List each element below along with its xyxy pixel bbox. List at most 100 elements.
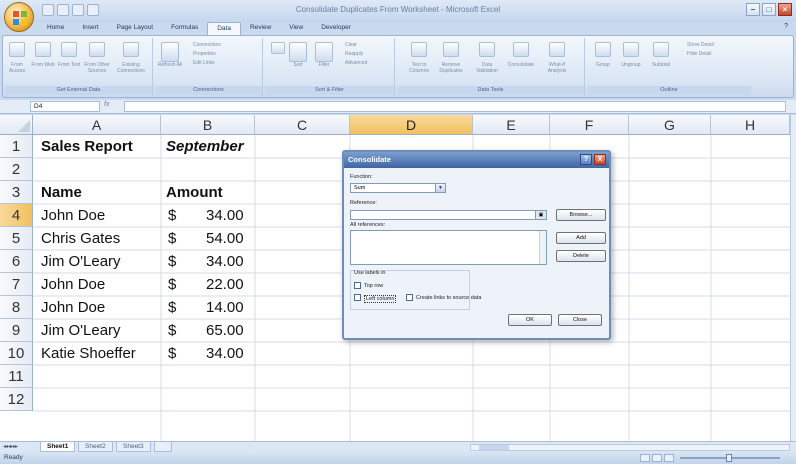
text-to-columns-icon[interactable] — [411, 42, 427, 57]
left-column-checkbox[interactable] — [354, 294, 361, 301]
chevron-down-icon[interactable]: ▼ — [435, 184, 445, 192]
column-header-a[interactable]: A — [33, 115, 161, 135]
minimize-button[interactable]: – — [746, 3, 760, 16]
cell-b9-amount[interactable]: 65.00 — [206, 319, 244, 342]
reapply-item[interactable]: Reapply — [345, 51, 363, 57]
cell-a4[interactable]: John Doe — [36, 204, 105, 227]
cell-a6[interactable]: Jim O'Leary — [36, 250, 121, 273]
cell-a5[interactable]: Chris Gates — [36, 227, 120, 250]
connections-item[interactable]: Connections — [193, 42, 221, 48]
advanced-item[interactable]: Advanced — [345, 60, 367, 66]
delete-button[interactable]: Delete — [556, 250, 606, 262]
cell-b4-amount[interactable]: 34.00 — [206, 204, 244, 227]
cell-a7[interactable]: John Doe — [36, 273, 105, 296]
row-header-2[interactable]: 2 — [0, 158, 33, 181]
ok-button[interactable]: OK — [508, 314, 552, 326]
cell-b8-amount[interactable]: 14.00 — [206, 296, 244, 319]
tab-developer[interactable]: Developer — [312, 22, 360, 35]
office-button[interactable] — [4, 2, 34, 32]
zoom-slider[interactable] — [726, 454, 732, 462]
properties-item[interactable]: Properties — [193, 51, 216, 57]
sheet-nav-arrows-icon[interactable]: ◂◂ ◂ ▸ ▸▸ — [3, 443, 18, 450]
cell-b6-amount[interactable]: 34.00 — [206, 250, 244, 273]
close-button[interactable]: Close — [558, 314, 602, 326]
row-header-10[interactable]: 10 — [0, 342, 33, 365]
page-layout-view-icon[interactable] — [652, 454, 662, 462]
from-access-icon[interactable] — [9, 42, 25, 57]
filter-icon[interactable] — [315, 42, 333, 62]
row-header-6[interactable]: 6 — [0, 250, 33, 273]
cell-a8[interactable]: John Doe — [36, 296, 105, 319]
row-header-9[interactable]: 9 — [0, 319, 33, 342]
help-icon[interactable]: ? — [784, 23, 788, 30]
cell-b1[interactable]: September — [161, 135, 244, 158]
function-select[interactable]: Sum ▼ — [350, 183, 446, 193]
top-row-checkbox[interactable] — [354, 282, 361, 289]
restore-button[interactable]: □ — [762, 3, 776, 16]
tab-data[interactable]: Data — [207, 22, 241, 35]
scroll-thumb[interactable] — [479, 445, 509, 450]
sort-az-icon[interactable] — [271, 42, 285, 54]
data-validation-icon[interactable] — [479, 42, 495, 57]
row-header-8[interactable]: 8 — [0, 296, 33, 319]
page-break-view-icon[interactable] — [664, 454, 674, 462]
show-detail-item[interactable]: Show Detail — [687, 42, 714, 48]
column-header-f[interactable]: F — [550, 115, 629, 135]
row-header-3[interactable]: 3 — [0, 181, 33, 204]
collapse-dialog-icon[interactable]: ▣ — [535, 211, 546, 219]
cell-b10-amount[interactable]: 34.00 — [206, 342, 244, 365]
tab-insert[interactable]: Insert — [73, 22, 107, 35]
row-header-7[interactable]: 7 — [0, 273, 33, 296]
edit-links-item[interactable]: Edit Links — [193, 60, 215, 66]
normal-view-icon[interactable] — [640, 454, 650, 462]
select-all-corner[interactable] — [0, 115, 33, 135]
cell-a9[interactable]: Jim O'Leary — [36, 319, 121, 342]
subtotal-icon[interactable] — [653, 42, 669, 57]
tab-review[interactable]: Review — [241, 22, 280, 35]
row-header-12[interactable]: 12 — [0, 388, 33, 411]
row-header-4[interactable]: 4 — [0, 204, 33, 227]
existing-connections-icon[interactable] — [123, 42, 139, 57]
clear-item[interactable]: Clear — [345, 42, 357, 48]
cell-b7-amount[interactable]: 22.00 — [206, 273, 244, 296]
sort-icon[interactable] — [289, 42, 307, 62]
cell-a10[interactable]: Katie Shoeffer — [36, 342, 136, 365]
column-header-d[interactable]: D — [350, 115, 473, 135]
row-header-11[interactable]: 11 — [0, 365, 33, 388]
vertical-scrollbar[interactable] — [790, 115, 796, 441]
tab-view[interactable]: View — [280, 22, 312, 35]
horizontal-scrollbar[interactable] — [470, 444, 790, 451]
list-scrollbar[interactable] — [539, 231, 546, 264]
sheet-tab-1[interactable]: Sheet1 — [40, 442, 76, 452]
from-text-icon[interactable] — [61, 42, 77, 57]
column-header-b[interactable]: B — [161, 115, 255, 135]
column-header-e[interactable]: E — [473, 115, 550, 135]
cell-b3[interactable]: Amount — [161, 181, 223, 204]
refresh-all-icon[interactable] — [161, 42, 179, 62]
all-references-list[interactable] — [350, 230, 547, 265]
column-header-h[interactable]: H — [711, 115, 790, 135]
what-if-analysis-icon[interactable] — [549, 42, 565, 57]
dialog-close-button[interactable]: X — [594, 154, 606, 165]
consolidate-icon[interactable] — [513, 42, 529, 57]
column-header-c[interactable]: C — [255, 115, 350, 135]
cell-a1[interactable]: Sales Report — [36, 135, 133, 158]
group-icon[interactable] — [595, 42, 611, 57]
from-other-sources-icon[interactable] — [89, 42, 105, 57]
browse-button[interactable]: Browse... — [556, 209, 606, 221]
column-header-g[interactable]: G — [629, 115, 711, 135]
cell-a3[interactable]: Name — [36, 181, 82, 204]
row-header-5[interactable]: 5 — [0, 227, 33, 250]
tab-home[interactable]: Home — [38, 22, 73, 35]
insert-sheet-icon[interactable] — [154, 442, 172, 452]
ungroup-icon[interactable] — [623, 42, 639, 57]
tab-formulas[interactable]: Formulas — [162, 22, 207, 35]
remove-duplicates-icon[interactable] — [443, 42, 459, 57]
function-icon[interactable]: fx — [104, 101, 109, 108]
cell-b5-amount[interactable]: 54.00 — [206, 227, 244, 250]
tab-page-layout[interactable]: Page Layout — [108, 22, 163, 35]
help-button[interactable]: ? — [580, 154, 592, 165]
reference-input[interactable]: ▣ — [350, 210, 547, 220]
sheet-tab-3[interactable]: Sheet3 — [116, 442, 151, 452]
formula-input[interactable] — [124, 101, 786, 112]
